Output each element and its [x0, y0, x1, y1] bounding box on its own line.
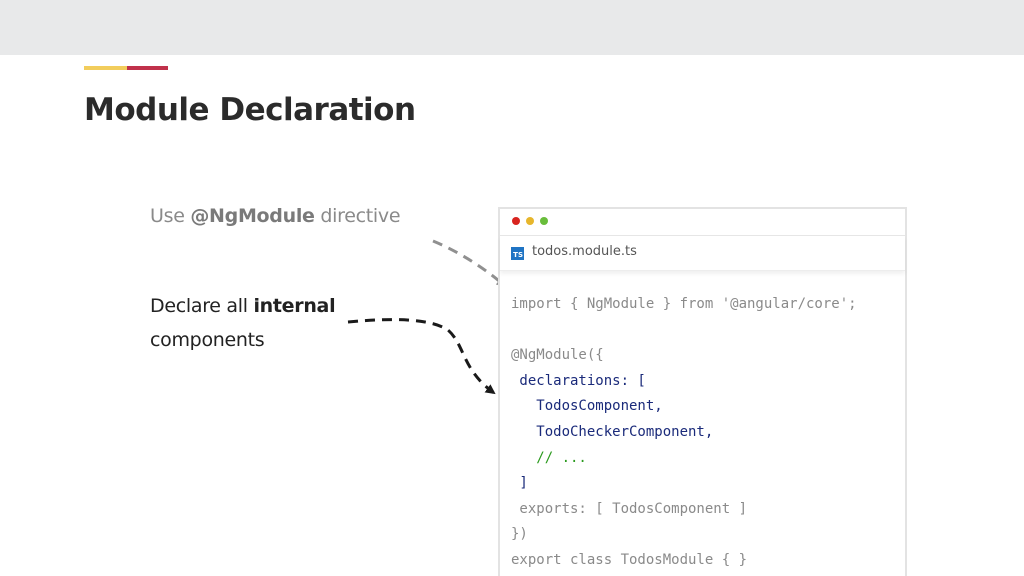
- tab-filename: todos.module.ts: [532, 244, 637, 259]
- code-line-todos-component: TodosComponent,: [511, 398, 663, 415]
- code-line-declarations-close: ]: [511, 475, 528, 492]
- code-line-import: import { NgModule } from '@angular/core'…: [511, 296, 857, 312]
- arrow-to-decorator: [432, 239, 507, 288]
- arrow-to-declarations: [347, 318, 496, 395]
- code-line-exports: exports: [ TodosComponent ]: [511, 500, 748, 517]
- code-line-comment: // ...: [511, 449, 587, 466]
- typescript-file-icon: TS: [511, 247, 524, 260]
- code-line-export-class: export class TodosModule { }: [511, 551, 748, 568]
- code-line-decorator: @NgModule({: [511, 347, 604, 364]
- maximize-dot-icon[interactable]: [540, 217, 548, 225]
- code-line-decorator-close: }): [511, 526, 528, 543]
- code-block: import { NgModule } from '@angular/core'…: [511, 292, 857, 574]
- tab-todos-module[interactable]: TS todos.module.ts: [500, 236, 905, 271]
- editor-titlebar: [500, 209, 905, 236]
- close-dot-icon[interactable]: [512, 217, 520, 225]
- code-editor-window: TS todos.module.ts import { NgModule } f…: [498, 207, 907, 576]
- code-line-declarations: declarations: [: [511, 372, 646, 389]
- minimize-dot-icon[interactable]: [526, 217, 534, 225]
- code-line-todo-checker-component: TodoCheckerComponent,: [511, 423, 714, 440]
